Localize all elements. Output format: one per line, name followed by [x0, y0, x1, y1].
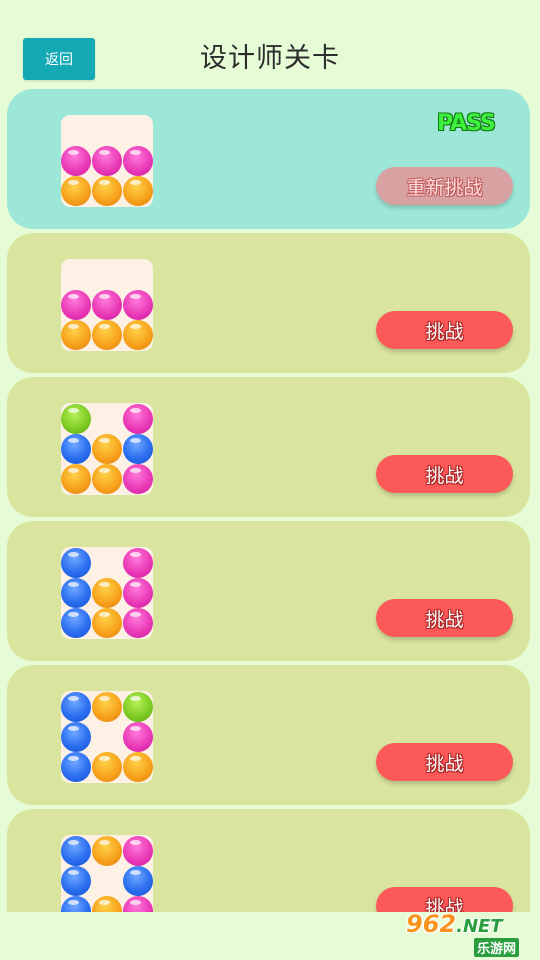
magenta-ball [92, 146, 122, 176]
level-card: PASS 重新挑战 [7, 89, 530, 229]
level-preview [61, 115, 153, 207]
blue-ball [61, 548, 91, 578]
magenta-ball [123, 836, 153, 866]
orange-ball [92, 320, 122, 350]
blue-ball [61, 836, 91, 866]
watermark-logo: 962.NET [406, 910, 503, 938]
level-card: 挑战 [7, 665, 530, 805]
magenta-ball [123, 548, 153, 578]
level-card: 挑战 [7, 233, 530, 373]
orange-ball [92, 896, 122, 912]
watermark-sub: 乐游网 [474, 938, 520, 957]
orange-ball [61, 176, 91, 206]
magenta-ball [123, 608, 153, 638]
orange-ball [92, 692, 122, 722]
orange-ball [92, 608, 122, 638]
orange-ball [61, 464, 91, 494]
magenta-ball [123, 146, 153, 176]
challenge-button[interactable]: 挑战 [376, 455, 513, 493]
orange-ball [123, 176, 153, 206]
orange-ball [92, 836, 122, 866]
orange-ball [92, 434, 122, 464]
level-preview [61, 835, 153, 912]
level-preview [61, 259, 153, 351]
magenta-ball [123, 896, 153, 912]
magenta-ball [92, 290, 122, 320]
site-watermark: 962.NET 乐游网 [402, 910, 536, 957]
orange-ball [92, 578, 122, 608]
blue-ball [61, 692, 91, 722]
challenge-button[interactable]: 挑战 [376, 311, 513, 349]
green-ball [61, 404, 91, 434]
blue-ball [61, 752, 91, 782]
level-card: 挑战 [7, 377, 530, 517]
blue-ball [61, 896, 91, 912]
orange-ball [92, 752, 122, 782]
blue-ball [61, 866, 91, 896]
blue-ball [61, 722, 91, 752]
magenta-ball [123, 722, 153, 752]
challenge-button[interactable]: 挑战 [376, 743, 513, 781]
level-card: 挑战 [7, 809, 530, 912]
level-list[interactable]: PASS 重新挑战 挑战 挑战 挑战 挑战 挑战 [0, 0, 540, 912]
green-ball [123, 692, 153, 722]
level-card: 挑战 [7, 521, 530, 661]
level-preview [61, 691, 153, 783]
orange-ball [123, 752, 153, 782]
pass-badge: PASS [437, 111, 496, 136]
orange-ball [61, 320, 91, 350]
level-preview [61, 547, 153, 639]
magenta-ball [123, 578, 153, 608]
blue-ball [123, 866, 153, 896]
blue-ball [61, 578, 91, 608]
magenta-ball [123, 404, 153, 434]
challenge-button[interactable]: 挑战 [376, 887, 513, 912]
retry-button[interactable]: 重新挑战 [376, 167, 513, 205]
challenge-button[interactable]: 挑战 [376, 599, 513, 637]
level-preview [61, 403, 153, 495]
blue-ball [61, 608, 91, 638]
orange-ball [92, 176, 122, 206]
orange-ball [123, 320, 153, 350]
blue-ball [123, 434, 153, 464]
magenta-ball [61, 146, 91, 176]
magenta-ball [61, 290, 91, 320]
orange-ball [92, 464, 122, 494]
blue-ball [61, 434, 91, 464]
magenta-ball [123, 464, 153, 494]
magenta-ball [123, 290, 153, 320]
